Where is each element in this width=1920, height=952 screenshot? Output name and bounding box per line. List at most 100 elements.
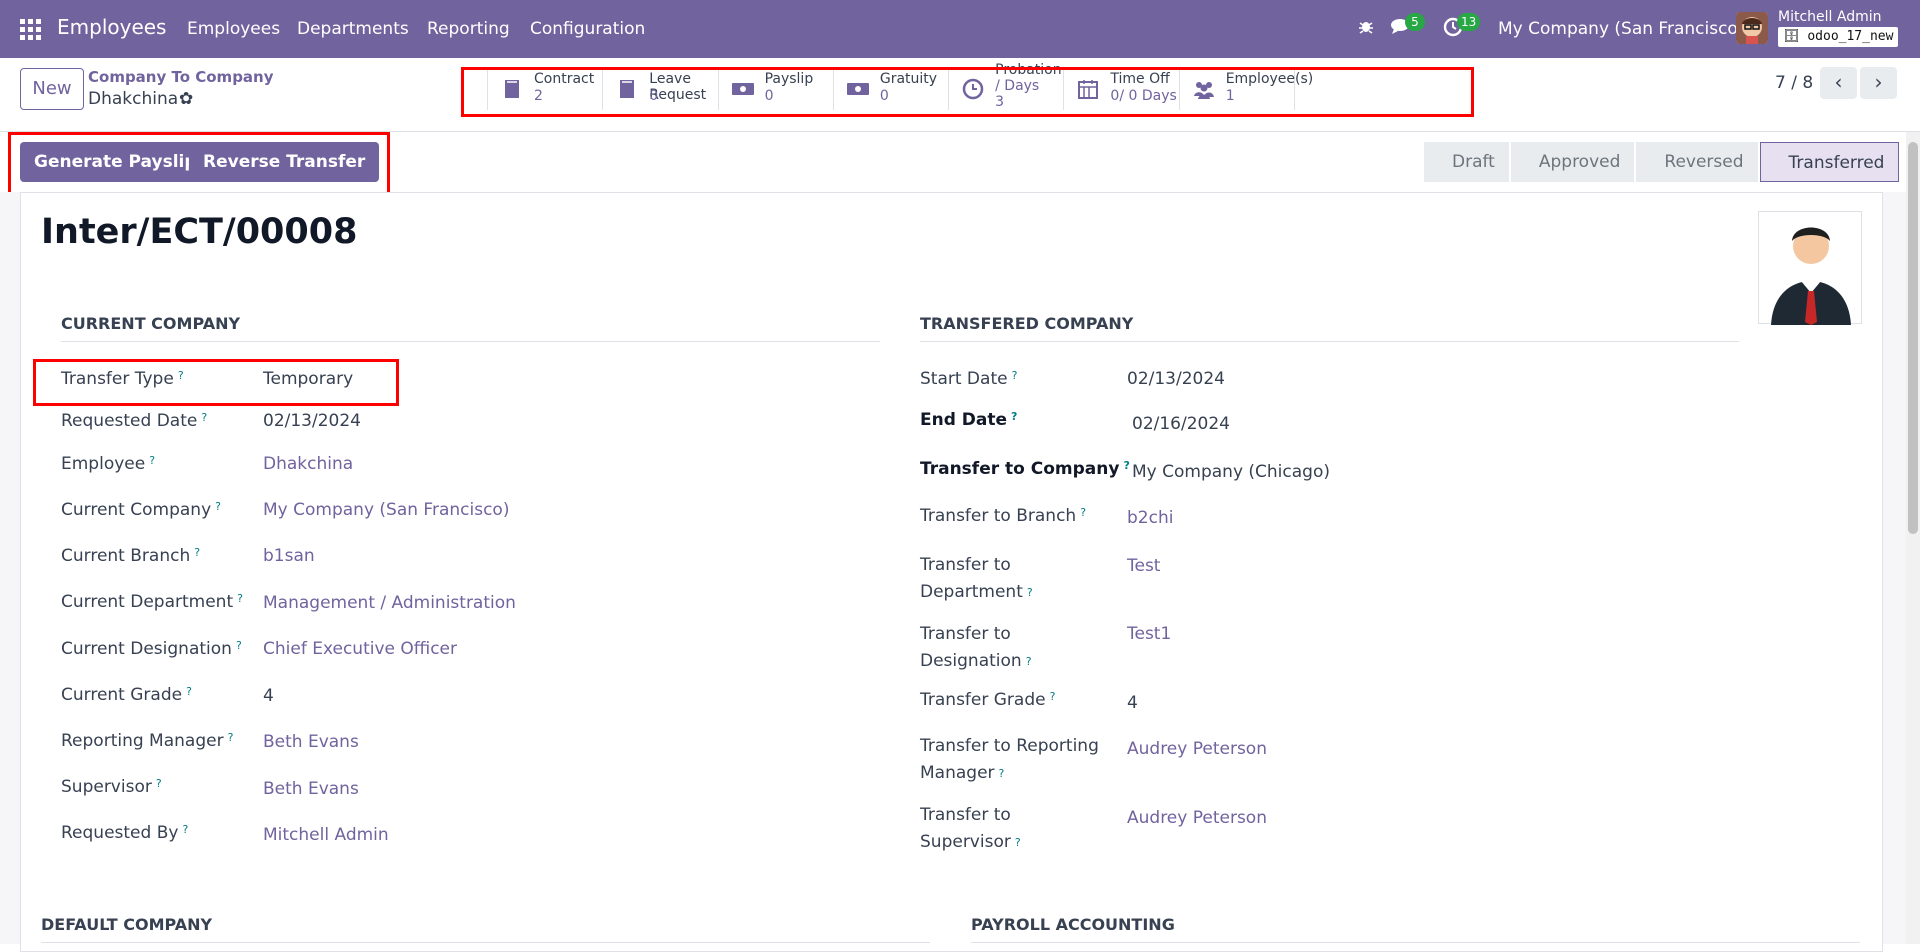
requested-date-label: Requested Date?: [61, 411, 207, 431]
requested-by-label: Requested By?: [61, 823, 188, 843]
current-grade-label: Current Grade?: [61, 685, 192, 705]
status-bar: Draft Approved Reversed Transferred: [1424, 142, 1900, 182]
field-label: Transfer to: [920, 805, 1011, 825]
help-icon[interactable]: ?: [1050, 690, 1056, 703]
start-date-value[interactable]: 02/13/2024: [1127, 369, 1225, 389]
help-icon[interactable]: ?: [1123, 459, 1129, 472]
help-icon[interactable]: ?: [1012, 369, 1018, 382]
help-icon[interactable]: ?: [999, 767, 1005, 780]
transfer-grade-label: Transfer Grade?: [920, 690, 1055, 710]
end-date-value[interactable]: 02/16/2024: [1132, 414, 1230, 434]
field-label: Current Company: [61, 500, 212, 520]
help-icon[interactable]: ?: [236, 639, 242, 652]
apps-menu-icon[interactable]: [20, 19, 42, 40]
field-label: Employee: [61, 454, 146, 474]
pager-previous-button[interactable]: ‹: [1820, 67, 1857, 99]
current-branch-label: Current Branch?: [61, 546, 200, 566]
reporting-manager-label: Reporting Manager?: [61, 731, 233, 751]
scrollbar-thumb[interactable]: [1908, 142, 1918, 534]
transfer-to-company-value[interactable]: My Company (Chicago): [1132, 462, 1330, 482]
help-icon[interactable]: ?: [1080, 506, 1086, 519]
transfer-to-department-label: Transfer to Department?: [920, 552, 1033, 606]
current-designation-value[interactable]: Chief Executive Officer: [263, 639, 457, 659]
status-transferred[interactable]: Transferred: [1759, 142, 1900, 182]
supervisor-value[interactable]: Beth Evans: [263, 779, 359, 799]
help-icon[interactable]: ?: [182, 823, 188, 836]
help-icon[interactable]: ?: [156, 777, 162, 790]
requested-by-value[interactable]: Mitchell Admin: [263, 825, 389, 845]
requested-date-value[interactable]: 02/13/2024: [263, 411, 361, 431]
end-date-label: End Date?: [920, 410, 1017, 430]
bug-icon[interactable]: [1357, 17, 1375, 40]
current-company-section-title: CURRENT COMPANY: [61, 314, 880, 342]
transfer-to-designation-value[interactable]: Test1: [1127, 624, 1171, 644]
field-label: Current Designation: [61, 639, 232, 659]
company-switcher[interactable]: My Company (San Francisco): [1498, 19, 1744, 39]
user-name[interactable]: Mitchell Admin: [1778, 9, 1882, 25]
field-label: Current Department: [61, 592, 234, 612]
field-label: Current Grade: [61, 685, 183, 705]
employee-photo[interactable]: [1758, 211, 1862, 325]
field-label: Reporting Manager: [61, 731, 224, 751]
transfer-to-supervisor-value[interactable]: Audrey Peterson: [1127, 808, 1267, 828]
current-designation-label: Current Designation?: [61, 639, 242, 659]
pager-next-button[interactable]: ›: [1860, 67, 1897, 99]
help-icon[interactable]: ?: [186, 685, 192, 698]
transfer-grade-value[interactable]: 4: [1127, 693, 1138, 713]
transfered-company-section-title: TRANSFERED COMPANY: [920, 314, 1739, 342]
help-icon[interactable]: ?: [1027, 586, 1033, 599]
transfer-to-reporting-manager-label: Transfer to Reporting Manager?: [920, 733, 1099, 787]
transfer-to-designation-label: Transfer to Designation?: [920, 621, 1032, 675]
field-label: Requested By: [61, 823, 179, 843]
help-icon[interactable]: ?: [194, 546, 200, 559]
menu-employees[interactable]: Employees: [187, 19, 280, 39]
current-department-label: Current Department?: [61, 592, 243, 612]
field-label: Transfer to: [920, 555, 1011, 575]
messages-badge: 5: [1405, 13, 1425, 31]
pager-value[interactable]: 7 / 8: [1775, 73, 1813, 93]
start-date-label: Start Date?: [920, 369, 1017, 389]
top-navbar: Employees Employees Departments Reportin…: [0, 0, 1920, 58]
menu-departments[interactable]: Departments: [297, 19, 409, 39]
transfer-to-branch-value[interactable]: b2chi: [1127, 508, 1173, 528]
current-branch-value[interactable]: b1san: [263, 546, 315, 566]
status-reversed[interactable]: Reversed: [1636, 142, 1760, 182]
field-label: Transfer to Reporting: [920, 736, 1099, 756]
help-icon[interactable]: ?: [237, 592, 243, 605]
reporting-manager-value[interactable]: Beth Evans: [263, 732, 359, 752]
current-department-value[interactable]: Management / Administration: [263, 593, 516, 613]
field-label: Start Date: [920, 369, 1008, 389]
field-label: Supervisor: [920, 832, 1011, 852]
help-icon[interactable]: ?: [228, 731, 234, 744]
help-icon[interactable]: ?: [215, 500, 221, 513]
transfer-to-supervisor-label: Transfer to Supervisor?: [920, 802, 1021, 856]
current-company-label: Current Company?: [61, 500, 221, 520]
field-label: Transfer to Branch: [920, 506, 1077, 526]
transfer-to-reporting-manager-value[interactable]: Audrey Peterson: [1127, 739, 1267, 759]
breadcrumb-parent[interactable]: Company To Company: [88, 68, 274, 86]
status-draft[interactable]: Draft: [1424, 142, 1511, 182]
transfer-type-highlight: [33, 359, 399, 406]
help-icon[interactable]: ?: [201, 411, 207, 424]
help-icon[interactable]: ?: [1015, 836, 1021, 849]
menu-configuration[interactable]: Configuration: [530, 19, 645, 39]
app-title[interactable]: Employees: [57, 15, 166, 39]
new-button[interactable]: New: [20, 68, 84, 110]
field-label: End Date: [920, 410, 1008, 430]
transfer-to-company-label: Transfer to Company?: [920, 459, 1130, 479]
help-icon[interactable]: ?: [149, 454, 155, 467]
database-name: 🗄 odoo_17_new: [1778, 27, 1899, 47]
field-label: Supervisor: [61, 777, 152, 797]
menu-reporting[interactable]: Reporting: [427, 19, 510, 39]
employee-value[interactable]: Dhakchina: [263, 454, 353, 474]
user-avatar[interactable]: [1736, 12, 1768, 44]
employee-label: Employee?: [61, 454, 155, 474]
current-grade-value[interactable]: 4: [263, 686, 274, 706]
status-approved[interactable]: Approved: [1510, 142, 1637, 182]
gear-icon[interactable]: ✿: [179, 89, 193, 109]
current-company-value[interactable]: My Company (San Francisco): [263, 500, 509, 520]
help-icon[interactable]: ?: [1026, 655, 1032, 668]
supervisor-label: Supervisor?: [61, 777, 162, 797]
help-icon[interactable]: ?: [1011, 410, 1017, 423]
transfer-to-department-value[interactable]: Test: [1127, 556, 1160, 576]
